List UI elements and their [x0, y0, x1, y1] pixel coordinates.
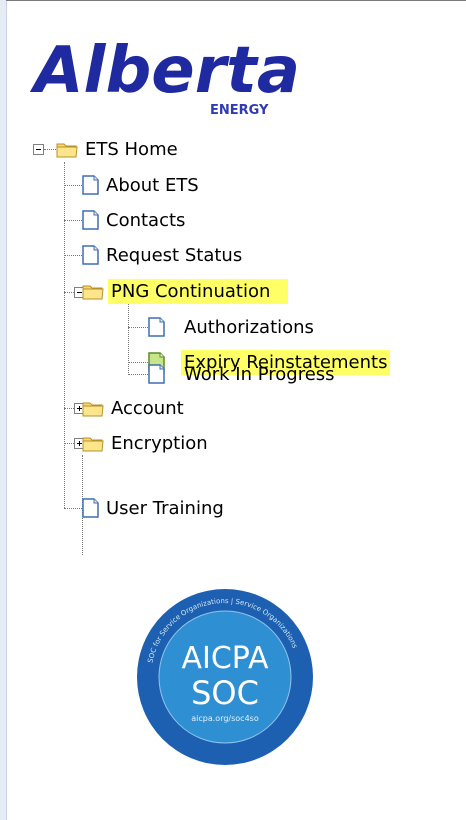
- tree-item-request-status[interactable]: Request Status: [82, 242, 245, 268]
- tree-item-ets-home[interactable]: ETS Home: [56, 136, 181, 162]
- tree-connector: [128, 362, 148, 363]
- folder-open-icon: [82, 285, 104, 299]
- tree-item-about-ets[interactable]: About ETS: [82, 172, 202, 198]
- tree-item-user-training[interactable]: User Training: [82, 495, 227, 521]
- badge-line2: SOC: [191, 674, 259, 712]
- tree-connector: [64, 220, 82, 221]
- tree-item-label: Work In Progress: [184, 363, 335, 385]
- navigation-tree: ETS Home About ETS Contacts Request Stat…: [0, 0, 466, 560]
- page-icon: [148, 364, 165, 384]
- folder-icon: [82, 437, 104, 451]
- page-icon: [82, 498, 99, 518]
- tree-item-account[interactable]: Account: [82, 395, 187, 421]
- tree-item-label: Request Status: [106, 244, 243, 266]
- collapse-icon[interactable]: [33, 144, 44, 155]
- tree-item-png-continuation[interactable]: PNG Continuation: [82, 278, 289, 304]
- page-icon: [148, 317, 165, 337]
- aicpa-soc-badge[interactable]: SOC for Service Organizations | Service …: [136, 588, 314, 766]
- folder-icon: [82, 402, 104, 416]
- tree-item-label: Encryption: [111, 432, 208, 454]
- tree-connector: [128, 374, 148, 375]
- tree-item-contacts[interactable]: Contacts: [82, 207, 188, 233]
- aicpa-soc-seal: SOC for Service Organizations | Service …: [137, 589, 313, 765]
- page-icon: [82, 245, 99, 265]
- tree-connector: [64, 255, 82, 256]
- tree-connector: [128, 303, 129, 375]
- tree-connector: [44, 149, 56, 150]
- tree-item-label: Account: [111, 397, 184, 419]
- tree-item-authorizations[interactable]: Authorizations: [148, 314, 317, 340]
- folder-open-icon: [56, 143, 78, 157]
- tree-item-label: ETS Home: [85, 138, 178, 160]
- page-icon: [82, 175, 99, 195]
- tree-item-label: About ETS: [106, 174, 199, 196]
- tree-item-label: Contacts: [106, 209, 186, 231]
- tree-connector: [64, 162, 65, 508]
- tree-item-encryption[interactable]: Encryption: [82, 430, 211, 456]
- tree-item-work-in-progress[interactable]: Work In Progress: [148, 361, 338, 387]
- badge-url: aicpa.org/soc4so: [191, 714, 259, 723]
- tree-item-label: User Training: [106, 497, 224, 519]
- badge-line1: AICPA: [181, 641, 268, 676]
- tree-connector: [64, 185, 82, 186]
- tree-item-label: PNG Continuation: [108, 278, 289, 304]
- page-icon: [82, 210, 99, 230]
- tree-item-label: Authorizations: [184, 316, 314, 338]
- tree-connector: [128, 327, 148, 328]
- tree-connector: [64, 508, 82, 509]
